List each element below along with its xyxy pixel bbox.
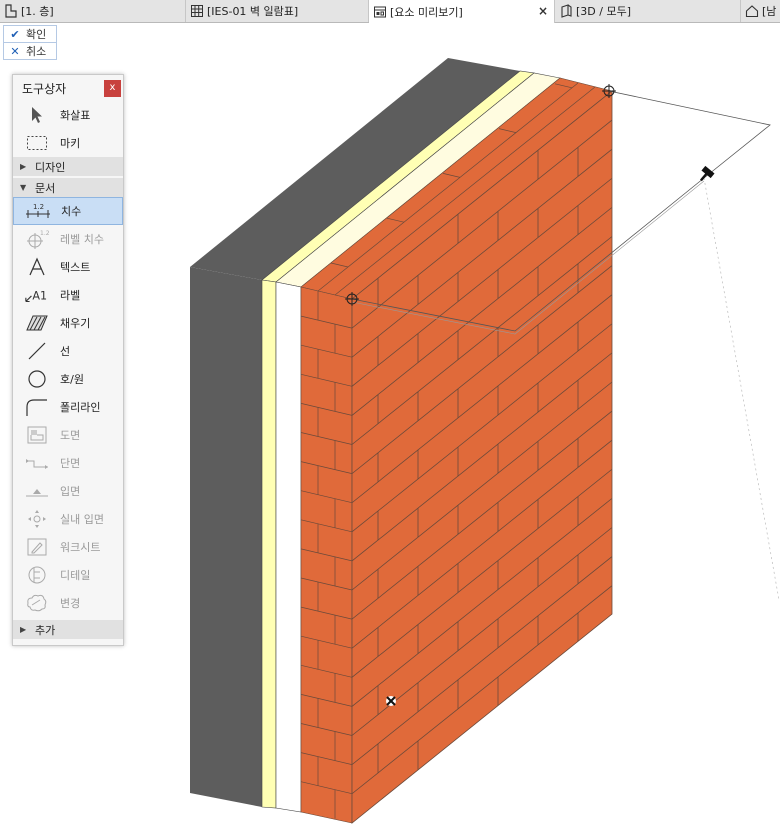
tool-drawing[interactable]: 도면 bbox=[13, 421, 123, 449]
tool-label: 도면 bbox=[60, 429, 81, 442]
tool-label: 라벨 bbox=[60, 289, 81, 302]
group-label: 디자인 bbox=[35, 160, 66, 174]
line-icon bbox=[28, 342, 46, 360]
worksheet-icon bbox=[27, 538, 47, 556]
dimension-icon: 1.2 bbox=[26, 203, 50, 218]
tab-label: [IES-01 벽 일람표] bbox=[207, 5, 299, 18]
tool-label[interactable]: A1 라벨 bbox=[13, 281, 123, 309]
guide-line-dotted bbox=[703, 177, 780, 601]
detail-icon bbox=[28, 566, 46, 584]
tool-label: 마키 bbox=[60, 137, 81, 150]
tool-change[interactable]: 변경 bbox=[13, 589, 123, 617]
group-label: 추가 bbox=[35, 623, 56, 637]
svg-text:A1: A1 bbox=[32, 290, 47, 303]
svg-text:1.2: 1.2 bbox=[40, 230, 50, 237]
svg-text:1.2: 1.2 bbox=[33, 203, 44, 211]
group-more[interactable]: ▶ 추가 bbox=[13, 620, 123, 639]
change-cloud-icon bbox=[27, 594, 47, 612]
polyline-icon bbox=[26, 399, 47, 416]
text-icon bbox=[29, 257, 45, 276]
schedule-grid-icon bbox=[191, 5, 203, 17]
tool-label: 입면 bbox=[60, 485, 81, 498]
tool-label: 실내 입면 bbox=[60, 513, 104, 526]
tab-label: [1. 층] bbox=[21, 5, 54, 18]
drawing-icon bbox=[27, 426, 47, 444]
toolbox-title-bar[interactable]: 도구상자 x bbox=[13, 75, 123, 101]
close-icon[interactable]: x bbox=[104, 80, 121, 97]
tool-elevation[interactable]: 입면 bbox=[13, 477, 123, 505]
group-design[interactable]: ▶ 디자인 bbox=[13, 157, 123, 176]
expanded-arrow-icon: ▼ bbox=[20, 183, 27, 192]
arrow-pointer-icon bbox=[32, 107, 42, 123]
tool-polyline[interactable]: 폴리라인 bbox=[13, 393, 123, 421]
tool-label: 선 bbox=[60, 345, 71, 358]
tab-wall-schedule[interactable]: [IES-01 벽 일람표] bbox=[186, 0, 369, 22]
tool-label: 텍스트 bbox=[60, 261, 91, 274]
tool-label: 치수 bbox=[61, 205, 82, 218]
collapsed-arrow-icon: ▶ bbox=[20, 162, 27, 171]
elevation-icon bbox=[745, 5, 759, 18]
group-label: 문서 bbox=[35, 181, 56, 195]
group-document[interactable]: ▼ 문서 bbox=[13, 178, 123, 197]
elevation-marker-icon bbox=[26, 489, 48, 497]
toolbox-palette[interactable]: 도구상자 x 화살표 마키 ▶ 디자인 ▼ 문서 1.2 치수 1.2 레벨 치… bbox=[12, 74, 124, 646]
tool-label: 디테일 bbox=[60, 569, 91, 582]
tab-label: [요소 미리보기] bbox=[390, 5, 463, 19]
tool-level-dimension[interactable]: 1.2 레벨 치수 bbox=[13, 225, 123, 253]
tab-label: [남 bbox=[762, 5, 777, 18]
tool-interior-elevation[interactable]: 실내 입면 bbox=[13, 505, 123, 533]
level-dimension-icon: 1.2 bbox=[27, 230, 50, 249]
tool-dimension[interactable]: 1.2 치수 bbox=[13, 197, 123, 225]
close-tab-icon[interactable]: × bbox=[538, 4, 548, 18]
tool-section[interactable]: 단면 bbox=[13, 449, 123, 477]
wall-airgap-front bbox=[275, 281, 302, 813]
tool-label: 화살표 bbox=[60, 109, 91, 122]
floor-plan-icon bbox=[5, 4, 17, 18]
tool-arrow[interactable]: 화살표 bbox=[13, 101, 123, 129]
circle-icon bbox=[28, 370, 46, 388]
tool-label: 워크시트 bbox=[60, 541, 101, 554]
section-icon bbox=[26, 459, 48, 469]
tool-fill[interactable]: 채우기 bbox=[13, 309, 123, 337]
tool-label: 단면 bbox=[60, 457, 81, 470]
label-icon: A1 bbox=[25, 290, 47, 303]
tab-element-preview[interactable]: [요소 미리보기] × bbox=[369, 0, 555, 23]
tool-label: 레벨 치수 bbox=[60, 233, 104, 246]
tool-arc-circle[interactable]: 호/원 bbox=[13, 365, 123, 393]
tool-marquee[interactable]: 마키 bbox=[13, 129, 123, 157]
tool-line[interactable]: 선 bbox=[13, 337, 123, 365]
wall-insulation-front bbox=[261, 279, 277, 809]
x-marker-icon bbox=[386, 696, 396, 706]
tool-text[interactable]: 텍스트 bbox=[13, 253, 123, 281]
toolbox-title: 도구상자 bbox=[22, 81, 67, 96]
tool-label: 호/원 bbox=[60, 373, 84, 386]
tool-label: 폴리라인 bbox=[60, 401, 101, 414]
3d-view-icon bbox=[561, 4, 572, 18]
wall-core-front bbox=[190, 267, 262, 807]
marquee-icon bbox=[27, 136, 47, 150]
tab-3d-view[interactable]: [3D / 모두] bbox=[555, 0, 741, 22]
interior-elevation-icon bbox=[28, 510, 46, 528]
collapsed-arrow-icon: ▶ bbox=[20, 625, 27, 634]
tool-detail[interactable]: 디테일 bbox=[13, 561, 123, 589]
element-preview-icon bbox=[374, 6, 386, 17]
tab-label: [3D / 모두] bbox=[576, 5, 631, 18]
tab-bar: [1. 층] [IES-01 벽 일람표] [요소 미리보기] × [3D / … bbox=[0, 0, 780, 23]
tab-floor-plan[interactable]: [1. 층] bbox=[0, 0, 186, 22]
tool-label: 채우기 bbox=[60, 317, 91, 330]
tool-worksheet[interactable]: 워크시트 bbox=[13, 533, 123, 561]
fill-hatch-icon bbox=[26, 315, 48, 331]
tool-label: 변경 bbox=[60, 597, 81, 610]
tab-elevation[interactable]: [남 bbox=[741, 0, 780, 22]
